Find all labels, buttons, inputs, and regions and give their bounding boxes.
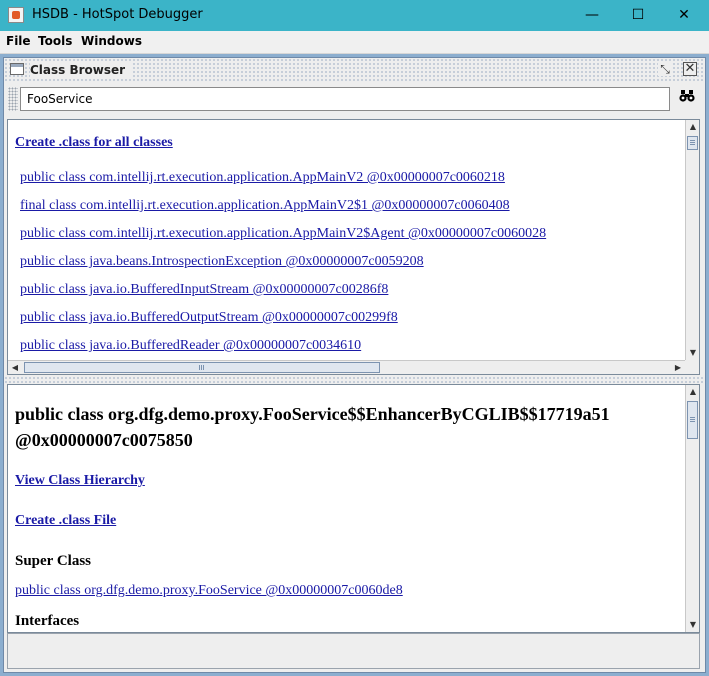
create-class-file-link[interactable]: Create .class File bbox=[15, 513, 116, 529]
view-class-hierarchy-link[interactable]: View Class Hierarchy bbox=[15, 473, 145, 489]
search-toolbar: FooService bbox=[4, 83, 705, 115]
menu-windows[interactable]: Windows bbox=[81, 34, 142, 48]
scroll-down-arrow-icon[interactable]: ▼ bbox=[686, 346, 699, 360]
class-list-horizontal-scrollbar[interactable]: ◀ ▶ bbox=[8, 360, 685, 374]
window-title: HSDB - HotSpot Debugger bbox=[32, 7, 203, 22]
class-list-item[interactable]: final class com.intellij.rt.execution.ap… bbox=[20, 198, 510, 214]
frame-window-icon bbox=[10, 63, 24, 75]
interfaces-label: Interfaces bbox=[15, 613, 80, 629]
menu-bar: File Tools Windows bbox=[0, 31, 709, 54]
class-list-panel: Create .class for all classes public cla… bbox=[7, 119, 700, 375]
class-details-content: public class org.dfg.demo.proxy.FooServi… bbox=[8, 385, 685, 632]
class-list-item[interactable]: public class java.beans.IntrospectionExc… bbox=[20, 254, 424, 270]
super-class-label: Super Class bbox=[15, 553, 91, 569]
scroll-left-arrow-icon[interactable]: ◀ bbox=[8, 361, 22, 374]
class-list-item[interactable]: public class java.io.BufferedOutputStrea… bbox=[20, 310, 398, 326]
class-list-item[interactable]: public class com.intellij.rt.execution.a… bbox=[20, 226, 546, 242]
super-class-link[interactable]: public class org.dfg.demo.proxy.FooServi… bbox=[15, 583, 403, 599]
scroll-down-arrow-icon[interactable]: ▼ bbox=[686, 618, 699, 632]
desktop-pane: Class Browser ⤡ ✕ FooService Create .cla… bbox=[0, 54, 709, 676]
frame-restore-icon[interactable]: ⤡ bbox=[658, 62, 672, 76]
split-pane-divider[interactable] bbox=[4, 376, 705, 384]
menu-tools[interactable]: Tools bbox=[38, 34, 72, 48]
close-button[interactable]: ✕ bbox=[661, 0, 707, 31]
scroll-thumb[interactable] bbox=[687, 401, 698, 439]
class-details-vertical-scrollbar[interactable]: ▲ ▼ bbox=[685, 385, 699, 632]
create-all-classes-link[interactable]: Create .class for all classes bbox=[15, 135, 173, 151]
window-title-bar[interactable]: HSDB - HotSpot Debugger — ☐ ✕ bbox=[0, 0, 709, 31]
toolbar-grip[interactable] bbox=[8, 87, 18, 111]
class-list-vertical-scrollbar[interactable]: ▲ ▼ bbox=[685, 120, 699, 360]
minimize-button[interactable]: — bbox=[569, 0, 615, 31]
scroll-right-arrow-icon[interactable]: ▶ bbox=[671, 361, 685, 374]
class-details-panel: public class org.dfg.demo.proxy.FooServi… bbox=[7, 384, 700, 633]
frame-close-icon[interactable]: ✕ bbox=[683, 62, 697, 76]
class-browser-frame: Class Browser ⤡ ✕ FooService Create .cla… bbox=[3, 57, 706, 673]
java-app-icon bbox=[8, 7, 24, 23]
scroll-thumb[interactable] bbox=[687, 136, 698, 150]
scroll-up-arrow-icon[interactable]: ▲ bbox=[686, 120, 699, 134]
maximize-button[interactable]: ☐ bbox=[615, 0, 661, 31]
class-list-item[interactable]: public class java.io.BufferedReader @0x0… bbox=[20, 338, 361, 354]
class-heading: public class org.dfg.demo.proxy.FooServi… bbox=[15, 404, 610, 450]
scroll-corner bbox=[685, 360, 699, 374]
binoculars-icon[interactable] bbox=[674, 87, 700, 111]
class-list-item[interactable]: public class com.intellij.rt.execution.a… bbox=[20, 170, 505, 186]
class-list-content: Create .class for all classes public cla… bbox=[8, 120, 685, 360]
status-area bbox=[7, 633, 700, 669]
class-list-item[interactable]: public class java.io.BufferedInputStream… bbox=[20, 282, 388, 298]
frame-title-bar[interactable]: Class Browser ⤡ ✕ bbox=[4, 58, 705, 82]
search-input[interactable]: FooService bbox=[20, 87, 670, 111]
frame-title: Class Browser bbox=[30, 63, 132, 77]
horizontal-scroll-thumb[interactable] bbox=[24, 362, 380, 373]
scroll-up-arrow-icon[interactable]: ▲ bbox=[686, 385, 699, 399]
menu-file[interactable]: File bbox=[6, 34, 31, 48]
